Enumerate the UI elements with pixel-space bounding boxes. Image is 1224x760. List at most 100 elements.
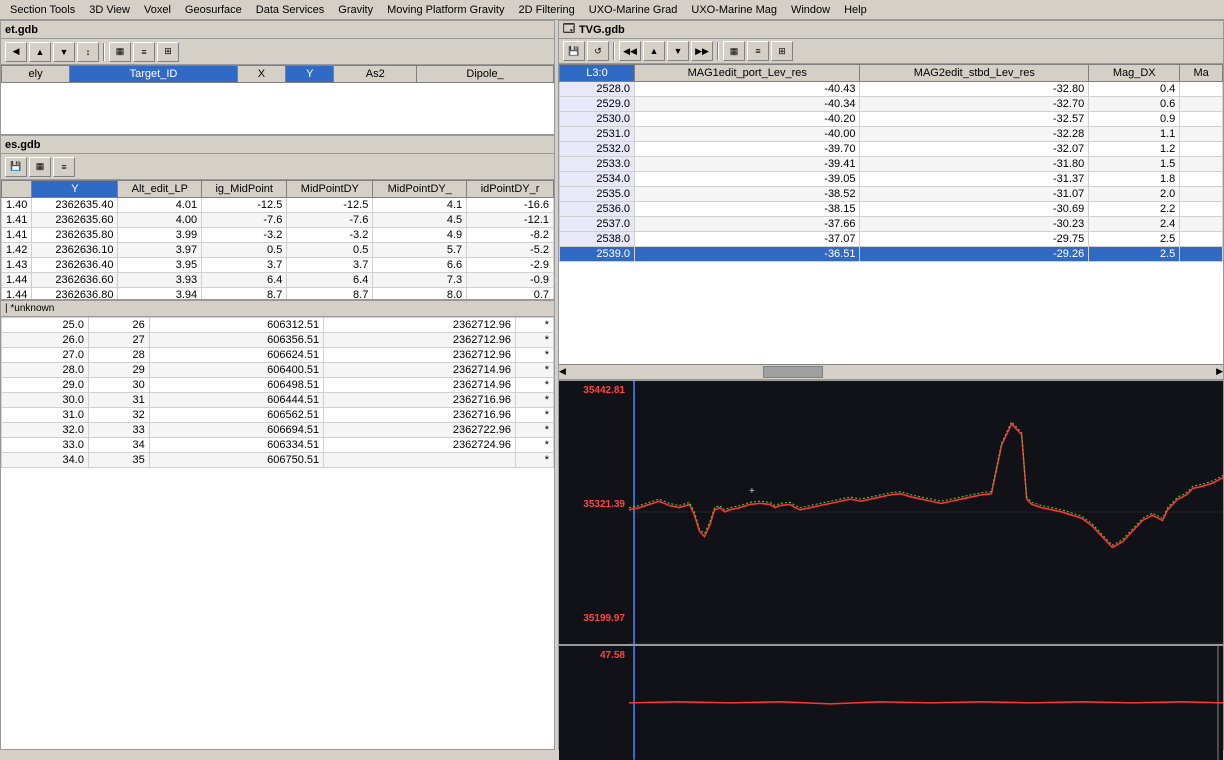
left-bottom-table-container[interactable]: 25.026606312.512362712.96*26.027606356.5… bbox=[1, 317, 554, 721]
menu-3d-view[interactable]: 3D View bbox=[83, 2, 136, 18]
toolbar-btn-2[interactable]: ▲ bbox=[29, 42, 51, 62]
table-row[interactable]: 1.422362636.103.970.50.55.7-5.2 bbox=[2, 243, 554, 258]
table-row[interactable]: 2536.0-38.15-30.692.2 bbox=[560, 202, 1223, 217]
col-alt[interactable]: Alt_edit_LP bbox=[118, 181, 202, 198]
menu-gravity[interactable]: Gravity bbox=[332, 2, 379, 18]
toolbar-btn-1[interactable]: ◀ bbox=[5, 42, 27, 62]
right-btn-6[interactable]: ▶▶ bbox=[691, 41, 713, 61]
table-row[interactable]: 2533.0-39.41-31.801.5 bbox=[560, 157, 1223, 172]
list-item[interactable]: 34.035606750.51* bbox=[2, 453, 554, 468]
list-item[interactable]: 32.033606694.512362722.96* bbox=[2, 423, 554, 438]
col-ipdy[interactable]: idPointDY_r bbox=[467, 181, 554, 198]
col-dipole[interactable]: Dipole_ bbox=[417, 66, 554, 83]
sep1 bbox=[103, 43, 105, 61]
right-btn-8[interactable]: ≡ bbox=[747, 41, 769, 61]
col-idx[interactable] bbox=[2, 181, 32, 198]
chart2-top-label: 47.58 bbox=[600, 650, 625, 661]
right-btn-1[interactable]: 💾 bbox=[563, 41, 585, 61]
list-item[interactable]: 31.032606562.512362716.96* bbox=[2, 408, 554, 423]
left-mid-table-container[interactable]: Y Alt_edit_LP ig_MidPoint MidPointDY Mid… bbox=[1, 180, 554, 299]
list-item[interactable]: 25.026606312.512362712.96* bbox=[2, 318, 554, 333]
toolbar-btn-m3[interactable]: ≡ bbox=[53, 157, 75, 177]
left-scroll-icon[interactable]: ◀ bbox=[559, 366, 566, 377]
menu-moving-platform-gravity[interactable]: Moving Platform Gravity bbox=[381, 2, 510, 18]
table-row[interactable]: 1.402362635.404.01-12.5-12.54.1-16.6 bbox=[2, 198, 554, 213]
chart1-mid-label: 35321.39 bbox=[583, 499, 625, 510]
toolbar-btn-4[interactable]: ↕ bbox=[77, 42, 99, 62]
menu-uxo-marine-grad[interactable]: UXO-Marine Grad bbox=[583, 2, 684, 18]
save-r-icon: 💾 bbox=[568, 46, 579, 57]
list-item[interactable]: 28.029606400.512362714.96* bbox=[2, 363, 554, 378]
list-item[interactable]: 29.030606498.512362714.96* bbox=[2, 378, 554, 393]
toolbar-btn-m2[interactable]: ▦ bbox=[29, 157, 51, 177]
toolbar-btn-7[interactable]: ⊞ bbox=[157, 42, 179, 62]
col-ely[interactable]: ely bbox=[2, 66, 70, 83]
left-top-table-container[interactable]: ely Target_ID X Y As2 Dipole_ bbox=[1, 65, 554, 134]
menu-window[interactable]: Window bbox=[785, 2, 836, 18]
table-row[interactable]: 1.442362636.603.936.46.47.3-0.9 bbox=[2, 273, 554, 288]
table-row[interactable]: 2535.0-38.52-31.072.0 bbox=[560, 187, 1223, 202]
table-row[interactable]: 2532.0-39.70-32.071.2 bbox=[560, 142, 1223, 157]
table-row[interactable]: 1.412362635.803.99-3.2-3.24.9-8.2 bbox=[2, 228, 554, 243]
right-btn-5[interactable]: ▼ bbox=[667, 41, 689, 61]
menu-2d-filtering[interactable]: 2D Filtering bbox=[513, 2, 581, 18]
col-y2[interactable]: Y bbox=[32, 181, 118, 198]
col-mag1[interactable]: MAG1edit_port_Lev_res bbox=[635, 65, 860, 82]
right-btn-3[interactable]: ◀◀ bbox=[619, 41, 641, 61]
table-row[interactable]: 2528.0-40.43-32.800.4 bbox=[560, 82, 1223, 97]
menu-uxo-marine-mag[interactable]: UXO-Marine Mag bbox=[685, 2, 783, 18]
menubar: Section Tools 3D View Voxel Geosurface D… bbox=[0, 0, 1224, 20]
right-btn-2[interactable]: ↺ bbox=[587, 41, 609, 61]
col-target-id[interactable]: Target_ID bbox=[70, 66, 238, 83]
toolbar-btn-6[interactable]: ≡ bbox=[133, 42, 155, 62]
col-y[interactable]: Y bbox=[286, 66, 334, 83]
col-as2[interactable]: As2 bbox=[334, 66, 417, 83]
right-hscrollbar[interactable]: ◀ ▶ bbox=[559, 364, 1223, 379]
right-btn-7[interactable]: ▦ bbox=[723, 41, 745, 61]
chart2-svg bbox=[629, 646, 1223, 760]
save-m-icon: 💾 bbox=[10, 161, 21, 172]
table-row[interactable]: 2534.0-39.05-31.371.8 bbox=[560, 172, 1223, 187]
right-table-container[interactable]: L3:0 MAG1edit_port_Lev_res MAG2edit_stbd… bbox=[559, 64, 1223, 364]
col-x[interactable]: X bbox=[237, 66, 285, 83]
list-item[interactable]: 26.027606356.512362712.96* bbox=[2, 333, 554, 348]
col-mpdy2[interactable]: MidPointDY_ bbox=[373, 181, 467, 198]
table-row[interactable]: 1.442362636.803.948.78.78.00.7 bbox=[2, 288, 554, 300]
list-item[interactable]: 30.031606444.512362716.96* bbox=[2, 393, 554, 408]
right-btn-9[interactable]: ⊞ bbox=[771, 41, 793, 61]
toolbar-btn-3[interactable]: ▼ bbox=[53, 42, 75, 62]
prev-icon: ▲ bbox=[650, 46, 659, 56]
menu-geosurface[interactable]: Geosurface bbox=[179, 2, 248, 18]
table-row[interactable]: 2538.0-37.07-29.752.5 bbox=[560, 232, 1223, 247]
menu-section-tools[interactable]: Section Tools bbox=[4, 2, 81, 18]
toolbar-btn-m1[interactable]: 💾 bbox=[5, 157, 27, 177]
left-mid-section: es.gdb 💾 ▦ ≡ Y Alt_edit_LP ig_MidPoint M… bbox=[1, 136, 554, 301]
col-dx[interactable]: Mag_DX bbox=[1089, 65, 1180, 82]
table-row[interactable]: 1.412362635.604.00-7.6-7.64.5-12.1 bbox=[2, 213, 554, 228]
menu-voxel[interactable]: Voxel bbox=[138, 2, 177, 18]
table-row[interactable]: 1.432362636.403.953.73.76.6-2.9 bbox=[2, 258, 554, 273]
col-mpdy[interactable]: MidPointDY bbox=[287, 181, 373, 198]
table-row[interactable]: 2537.0-37.66-30.232.4 bbox=[560, 217, 1223, 232]
fwd-icon: ▶▶ bbox=[695, 46, 709, 57]
col-midpoint[interactable]: ig_MidPoint bbox=[202, 181, 287, 198]
right-btn-4[interactable]: ▲ bbox=[643, 41, 665, 61]
table-row[interactable]: 2531.0-40.00-32.281.1 bbox=[560, 127, 1223, 142]
table-row[interactable]: 2530.0-40.20-32.570.9 bbox=[560, 112, 1223, 127]
toolbar-btn-5[interactable]: ▦ bbox=[109, 42, 131, 62]
menu-help[interactable]: Help bbox=[838, 2, 873, 18]
list-item[interactable]: 27.028606624.512362712.96* bbox=[2, 348, 554, 363]
scrollbar-thumb[interactable] bbox=[763, 366, 823, 378]
col-l3[interactable]: L3:0 bbox=[560, 65, 635, 82]
left-bottom-section: | *unknown 25.026606312.512362712.96*26.… bbox=[1, 301, 554, 749]
list-item[interactable]: 33.034606334.512362724.96* bbox=[2, 438, 554, 453]
sep-r1 bbox=[613, 42, 615, 60]
table-row[interactable]: 2539.0-36.51-29.262.5 bbox=[560, 247, 1223, 262]
right-chart1-section: 35442.81 35321.39 35199.97 bbox=[559, 381, 1223, 646]
right-title: 🗔 TVG.gdb bbox=[559, 21, 1223, 39]
table-row[interactable]: 2529.0-40.34-32.700.6 bbox=[560, 97, 1223, 112]
menu-data-services[interactable]: Data Services bbox=[250, 2, 330, 18]
col-mag2[interactable]: MAG2edit_stbd_Lev_res bbox=[860, 65, 1089, 82]
right-scroll-icon[interactable]: ▶ bbox=[1216, 366, 1223, 377]
col-ma[interactable]: Ma bbox=[1180, 65, 1223, 82]
